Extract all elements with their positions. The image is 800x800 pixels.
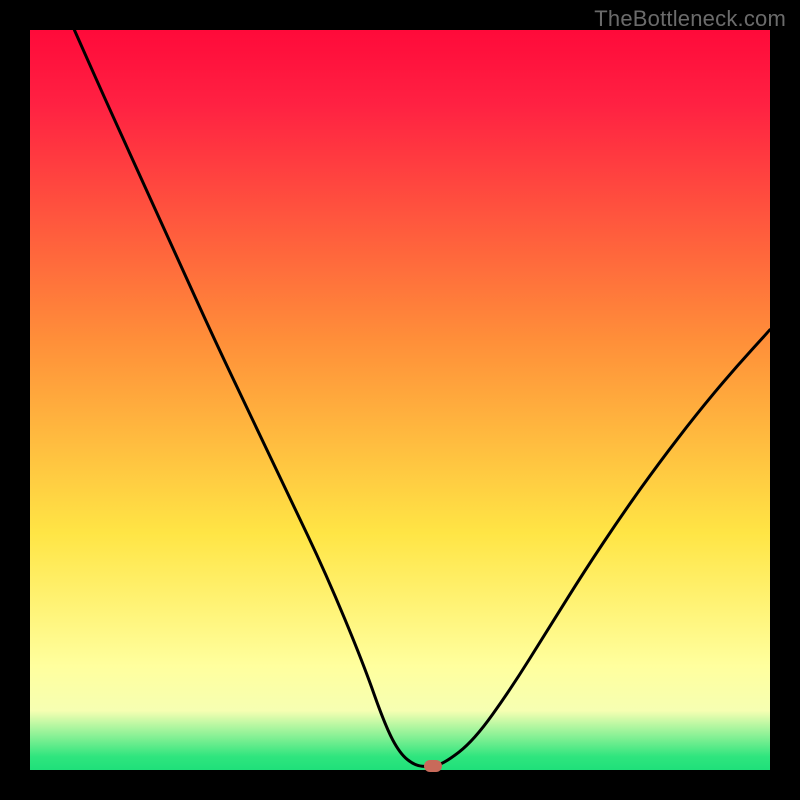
chart-container: TheBottleneck.com xyxy=(0,0,800,800)
bottleneck-curve xyxy=(30,30,770,770)
curve-path xyxy=(74,30,770,766)
watermark-text: TheBottleneck.com xyxy=(594,6,786,32)
plot-area xyxy=(30,30,770,770)
minimum-marker xyxy=(424,760,442,772)
